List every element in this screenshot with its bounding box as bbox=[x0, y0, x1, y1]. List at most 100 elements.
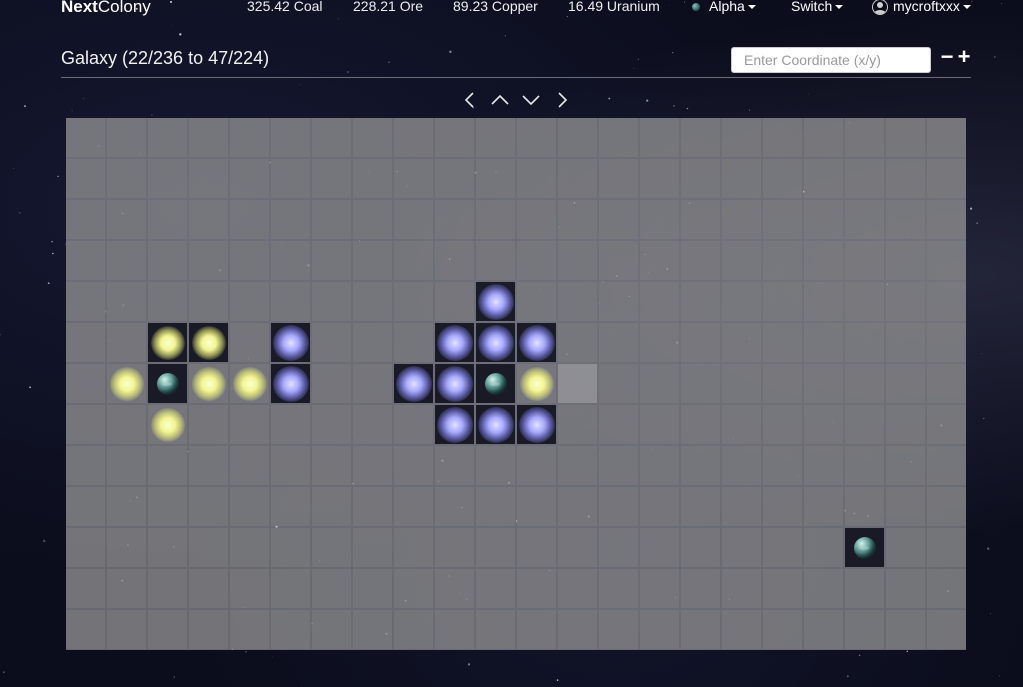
map-cell[interactable] bbox=[230, 487, 269, 526]
map-cell[interactable] bbox=[845, 200, 884, 239]
map-cell[interactable] bbox=[804, 241, 843, 280]
map-cell[interactable] bbox=[230, 528, 269, 567]
map-cell[interactable] bbox=[271, 528, 310, 567]
map-cell[interactable] bbox=[66, 528, 105, 567]
map-cell[interactable] bbox=[107, 323, 146, 362]
map-cell[interactable] bbox=[107, 569, 146, 608]
map-cell[interactable] bbox=[599, 569, 638, 608]
map-cell[interactable] bbox=[189, 282, 228, 321]
map-cell[interactable] bbox=[763, 487, 802, 526]
map-cell[interactable] bbox=[189, 118, 228, 157]
map-cell[interactable] bbox=[394, 323, 433, 362]
map-cell[interactable] bbox=[558, 118, 597, 157]
map-cell[interactable] bbox=[66, 446, 105, 485]
map-cell[interactable] bbox=[435, 118, 474, 157]
map-cell[interactable] bbox=[845, 487, 884, 526]
map-cell[interactable] bbox=[681, 569, 720, 608]
map-cell[interactable] bbox=[804, 446, 843, 485]
map-cell[interactable] bbox=[66, 569, 105, 608]
map-cell[interactable] bbox=[476, 405, 515, 444]
map-cell[interactable] bbox=[681, 200, 720, 239]
map-cell[interactable] bbox=[312, 159, 351, 198]
map-cell[interactable] bbox=[107, 446, 146, 485]
map-cell[interactable] bbox=[394, 528, 433, 567]
map-cell[interactable] bbox=[886, 200, 925, 239]
map-cell[interactable] bbox=[271, 118, 310, 157]
map-cell[interactable] bbox=[558, 528, 597, 567]
map-cell[interactable] bbox=[640, 118, 679, 157]
map-cell[interactable] bbox=[599, 282, 638, 321]
map-cell[interactable] bbox=[845, 323, 884, 362]
map-cell[interactable] bbox=[189, 241, 228, 280]
map-cell[interactable] bbox=[886, 528, 925, 567]
map-cell[interactable] bbox=[476, 200, 515, 239]
map-cell[interactable] bbox=[148, 487, 187, 526]
user-dropdown[interactable]: mycroftxxx bbox=[872, 0, 971, 16]
map-cell[interactable] bbox=[230, 159, 269, 198]
map-cell[interactable] bbox=[927, 282, 966, 321]
map-cell[interactable] bbox=[189, 364, 228, 403]
map-cell[interactable] bbox=[312, 118, 351, 157]
map-cell[interactable] bbox=[927, 364, 966, 403]
map-cell[interactable] bbox=[230, 405, 269, 444]
map-cell[interactable] bbox=[722, 487, 761, 526]
map-cell[interactable] bbox=[722, 118, 761, 157]
map-cell[interactable] bbox=[271, 282, 310, 321]
map-cell[interactable] bbox=[558, 405, 597, 444]
map-cell[interactable] bbox=[640, 200, 679, 239]
map-cell[interactable] bbox=[148, 569, 187, 608]
map-cell[interactable] bbox=[107, 610, 146, 649]
switch-dropdown[interactable]: Switch bbox=[791, 0, 844, 14]
map-cell[interactable] bbox=[230, 323, 269, 362]
map-cell[interactable] bbox=[558, 323, 597, 362]
map-cell[interactable] bbox=[927, 241, 966, 280]
map-cell[interactable] bbox=[230, 446, 269, 485]
map-cell[interactable] bbox=[66, 200, 105, 239]
map-cell[interactable] bbox=[189, 610, 228, 649]
map-cell[interactable] bbox=[681, 159, 720, 198]
map-cell[interactable] bbox=[845, 159, 884, 198]
map-cell[interactable] bbox=[107, 405, 146, 444]
map-cell[interactable] bbox=[722, 364, 761, 403]
map-cell[interactable] bbox=[517, 528, 556, 567]
map-cell[interactable] bbox=[66, 241, 105, 280]
map-cell[interactable] bbox=[886, 610, 925, 649]
map-cell[interactable] bbox=[312, 610, 351, 649]
map-cell[interactable] bbox=[271, 569, 310, 608]
map-cell[interactable] bbox=[107, 118, 146, 157]
map-cell[interactable] bbox=[189, 569, 228, 608]
map-cell[interactable] bbox=[558, 159, 597, 198]
map-cell[interactable] bbox=[394, 241, 433, 280]
map-cell[interactable] bbox=[66, 405, 105, 444]
map-cell[interactable] bbox=[517, 241, 556, 280]
map-cell[interactable] bbox=[107, 282, 146, 321]
map-cell[interactable] bbox=[804, 487, 843, 526]
map-cell[interactable] bbox=[804, 323, 843, 362]
map-cell[interactable] bbox=[804, 200, 843, 239]
map-cell[interactable] bbox=[517, 405, 556, 444]
map-cell[interactable] bbox=[476, 323, 515, 362]
map-cell[interactable] bbox=[681, 241, 720, 280]
map-cell[interactable] bbox=[599, 159, 638, 198]
map-cell[interactable] bbox=[763, 282, 802, 321]
map-cell[interactable] bbox=[353, 241, 392, 280]
map-cell[interactable] bbox=[886, 405, 925, 444]
map-cell[interactable] bbox=[804, 569, 843, 608]
map-cell[interactable] bbox=[271, 241, 310, 280]
map-cell[interactable] bbox=[394, 610, 433, 649]
map-cell[interactable] bbox=[353, 118, 392, 157]
map-cell[interactable] bbox=[353, 405, 392, 444]
map-cell[interactable] bbox=[353, 200, 392, 239]
map-cell[interactable] bbox=[107, 241, 146, 280]
map-cell[interactable] bbox=[312, 528, 351, 567]
map-cell[interactable] bbox=[189, 487, 228, 526]
map-cell[interactable] bbox=[107, 528, 146, 567]
map-cell[interactable] bbox=[353, 487, 392, 526]
map-cell[interactable] bbox=[763, 241, 802, 280]
map-cell[interactable] bbox=[845, 364, 884, 403]
map-cell[interactable] bbox=[927, 528, 966, 567]
map-cell[interactable] bbox=[804, 159, 843, 198]
chevron-down-icon[interactable] bbox=[521, 90, 541, 110]
map-cell[interactable] bbox=[517, 446, 556, 485]
map-cell[interactable] bbox=[722, 446, 761, 485]
